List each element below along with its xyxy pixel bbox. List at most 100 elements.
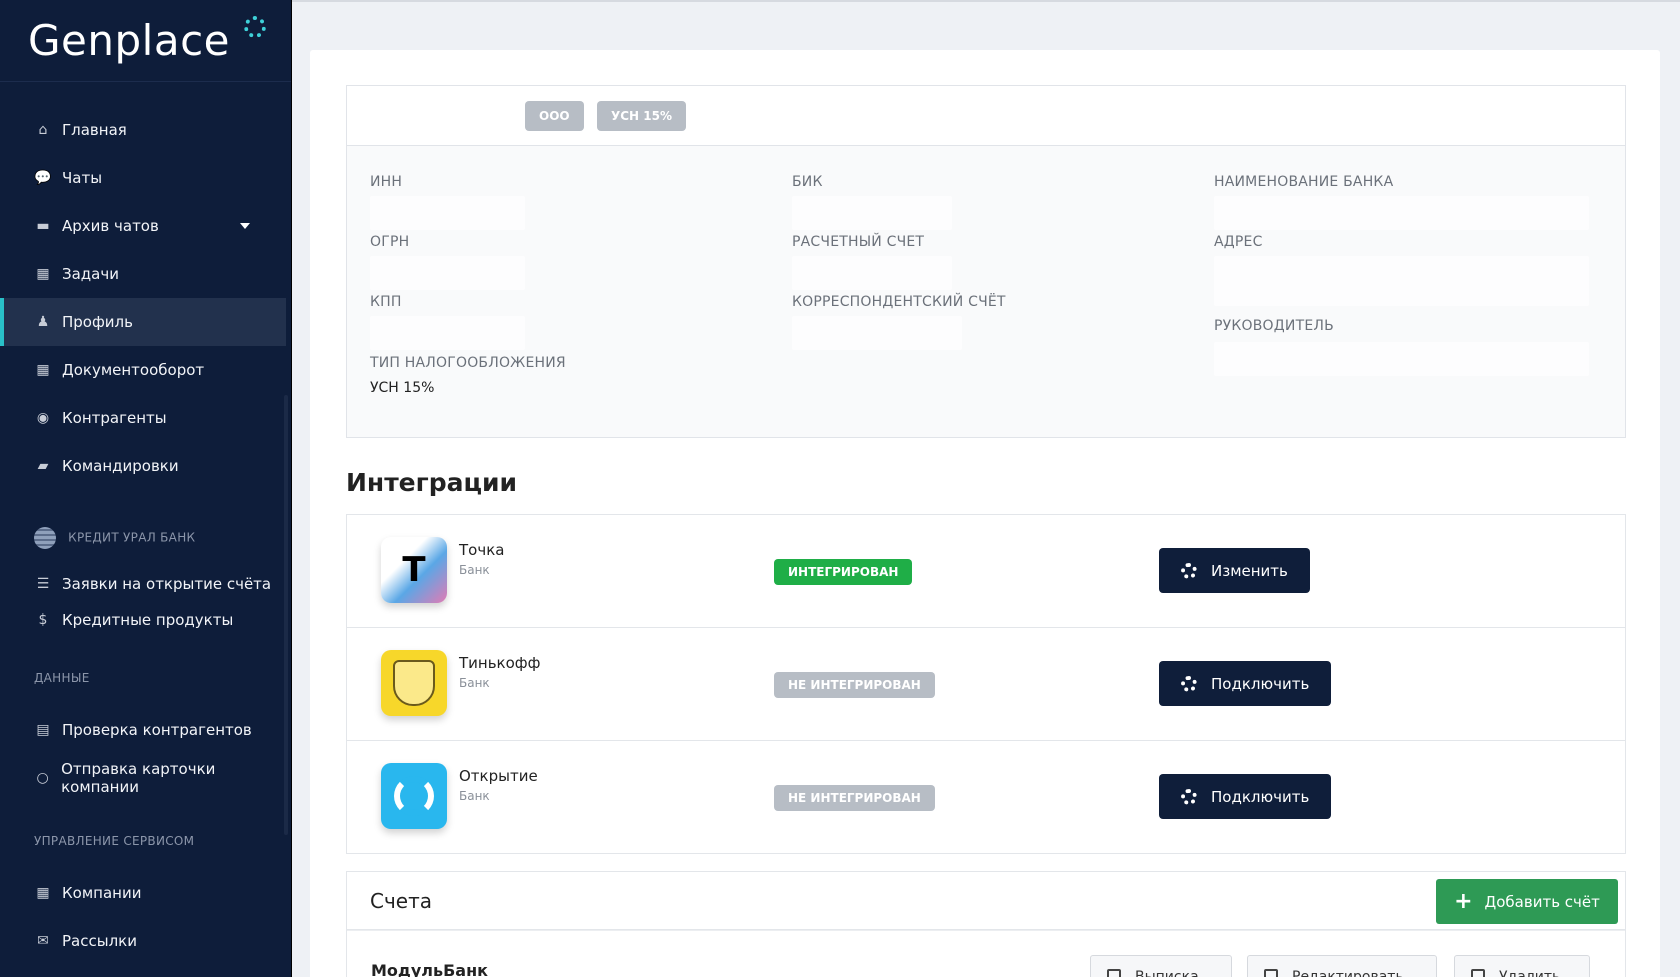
connect-integration-button[interactable]: Подключить	[1159, 661, 1332, 706]
inn-value	[370, 196, 525, 230]
button-label: Редактировать	[1292, 969, 1404, 977]
accounts-section: Счета + Добавить счёт МодульБанк Выписка…	[346, 871, 1626, 977]
sidebar-item-documents[interactable]: ▦ Документооборот	[0, 346, 286, 394]
tinkoff-shield-icon	[393, 660, 435, 706]
status-badge: ИНТЕГРИРОВАН	[774, 559, 913, 585]
bank-name: Точка	[459, 541, 505, 559]
gear-icon	[1181, 562, 1197, 579]
address-label: АДРЕС	[1214, 234, 1263, 250]
trash-icon	[1471, 969, 1485, 977]
connect-integration-button[interactable]: Подключить	[1159, 774, 1332, 819]
data-section-header: ДАННЫЕ	[34, 671, 90, 685]
sidebar-item-chat-archive[interactable]: ▬ Архив чатов	[0, 202, 286, 250]
sidebar-item-chats[interactable]: 💬 Чаты	[0, 154, 286, 202]
inn-label: ИНН	[370, 174, 403, 190]
brand-mark-icon	[244, 16, 266, 38]
integrations-list: Т Точка Банк ИНТЕГРИРОВАН Изменить Тиньк…	[346, 514, 1626, 854]
corr-account-label: КОРРЕСПОНДЕНТСКИЙ СЧЁТ	[792, 294, 1006, 310]
delete-button[interactable]: Удалить	[1454, 955, 1590, 977]
sidebar-item-credit-products[interactable]: $ Кредитные продукты	[0, 596, 286, 644]
sidebar-item-companies[interactable]: ▦ Компании	[0, 869, 286, 917]
service-section-header: УПРАВЛЕНИЕ СЕРВИСОМ	[34, 834, 195, 848]
tax-type-value: УСН 15%	[370, 380, 435, 396]
dollar-icon: $	[38, 612, 48, 628]
sidebar-item-send-company-card[interactable]: ○ Отправка карточки компании	[0, 754, 286, 802]
briefcase-icon: ▰	[37, 458, 49, 474]
accounts-header: Счета + Добавить счёт	[347, 872, 1625, 930]
account-value	[792, 256, 952, 290]
sidebar-item-label: Заявки на открытие счёта	[62, 575, 272, 593]
tochka-logo-glyph: Т	[402, 550, 426, 590]
sidebar-item-label: Архив чатов	[62, 217, 159, 235]
tax-badge: УСН 15%	[597, 101, 687, 131]
sidebar-item-tasks[interactable]: ▦ Задачи	[0, 250, 286, 298]
bank-type: Банк	[459, 676, 490, 690]
button-label: Подключить	[1211, 674, 1310, 693]
sidebar-scrollbar[interactable]	[284, 395, 288, 835]
bank-name: Открытие	[459, 767, 538, 785]
top-divider	[292, 0, 1680, 2]
button-label: Изменить	[1211, 561, 1288, 580]
sidebar-item-label: Отправка карточки компании	[61, 760, 216, 796]
sidebar-item-label: Профиль	[62, 313, 133, 331]
company-header: ООО УСН 15%	[347, 86, 1625, 146]
brand-logo[interactable]: Genplace	[0, 0, 291, 82]
gear-icon	[1181, 675, 1197, 692]
integrations-title: Интеграции	[346, 468, 518, 497]
archive-icon: ▬	[36, 218, 50, 234]
button-label: Выписка	[1135, 969, 1199, 977]
edit-icon	[1264, 969, 1278, 977]
home-icon: ⌂	[38, 122, 48, 138]
otkritie-logo-icon	[381, 763, 447, 829]
sidebar-item-label: Задачи	[62, 265, 119, 283]
account-label: РАСЧЕТНЫЙ СЧЕТ	[792, 234, 925, 250]
sidebar-item-label: Рассылки	[62, 932, 137, 950]
sidebar-item-label: Чаты	[62, 169, 103, 187]
chevron-down-icon[interactable]	[240, 223, 250, 229]
ogrn-label: ОГРН	[370, 234, 410, 250]
accounts-title: Счета	[370, 889, 432, 913]
sidebar-item-label: Компании	[62, 884, 142, 902]
bik-value	[792, 196, 952, 230]
bank-globe-icon	[34, 527, 56, 549]
director-value	[1214, 342, 1589, 376]
address-value	[1214, 256, 1589, 306]
edit-button[interactable]: Редактировать	[1247, 955, 1437, 977]
bank-type: Банк	[459, 563, 490, 577]
tochka-logo-icon: Т	[381, 537, 447, 603]
table-icon: ▦	[36, 885, 50, 901]
account-name: МодульБанк	[371, 961, 489, 977]
otkritie-ring-icon	[394, 776, 434, 816]
chat-icon: 💬	[34, 170, 52, 186]
integration-row-otkritie: Открытие Банк НЕ ИНТЕГРИРОВАН Подключить	[347, 741, 1625, 854]
sidebar-item-label: Командировки	[62, 457, 179, 475]
integration-row-tinkoff: Тинькофф Банк НЕ ИНТЕГРИРОВАН Подключить	[347, 628, 1625, 741]
sidebar-item-business-trips[interactable]: ▰ Командировки	[0, 442, 286, 490]
statement-button[interactable]: Выписка	[1090, 955, 1232, 977]
sidebar-item-mailings[interactable]: ✉ Рассылки	[0, 917, 286, 965]
plus-icon: +	[1454, 889, 1473, 914]
brand-name: Genplace	[28, 16, 231, 65]
company-details: ООО УСН 15% ИНН ОГРН КПП ТИП НАЛОГООБЛОЖ…	[346, 85, 1626, 438]
sidebar-item-home[interactable]: ⌂ Главная	[0, 106, 286, 154]
target-icon: ◉	[36, 410, 50, 426]
list-icon: ☰	[36, 576, 50, 592]
bik-label: БИК	[792, 174, 823, 190]
status-badge: НЕ ИНТЕГРИРОВАН	[774, 672, 935, 698]
calendar-icon: ▦	[36, 266, 50, 282]
status-badge: НЕ ИНТЕГРИРОВАН	[774, 785, 935, 811]
sidebar-item-counterparty-check[interactable]: ▤ Проверка контрагентов	[0, 706, 286, 754]
tax-type-label: ТИП НАЛОГООБЛОЖЕНИЯ	[370, 355, 566, 371]
bank-section-label: КРЕДИТ УРАЛ БАНК	[68, 530, 196, 545]
change-integration-button[interactable]: Изменить	[1159, 548, 1310, 593]
circle-icon: ○	[36, 770, 49, 786]
card-icon: ▤	[36, 722, 50, 738]
button-label: Добавить счёт	[1484, 892, 1600, 911]
sidebar-item-label: Главная	[62, 121, 127, 139]
sidebar-item-label: Документооборот	[62, 361, 205, 379]
sidebar-item-profile[interactable]: ♟ Профиль	[0, 298, 286, 346]
tinkoff-logo-icon	[381, 650, 447, 716]
sidebar-item-counterparties[interactable]: ◉ Контрагенты	[0, 394, 286, 442]
add-account-button[interactable]: + Добавить счёт	[1436, 879, 1618, 924]
bank-type: Банк	[459, 789, 490, 803]
